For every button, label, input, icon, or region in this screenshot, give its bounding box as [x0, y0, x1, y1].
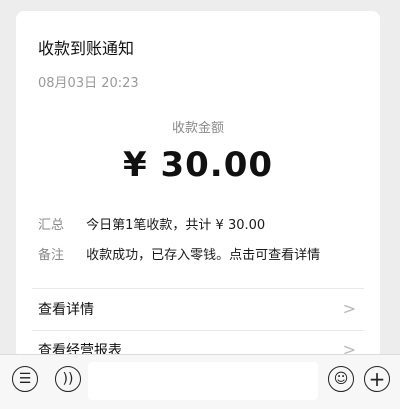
remark-row: 备注 收款成功，已存入零钱。点击可查看详情: [38, 244, 320, 263]
amount-label: 收款金额: [171, 121, 224, 136]
view-details-label: 查看详情: [38, 302, 94, 318]
view-details-link[interactable]: 查看详情 >: [38, 299, 364, 319]
divider: [32, 330, 364, 331]
chat-input-bar: ☰ )) ☺ +: [0, 354, 400, 409]
menu-icon[interactable]: ☰: [12, 366, 38, 392]
payment-notification-card[interactable]: 收款到账通知 08月03日 20:23 收款金额 ¥ 30.00 汇总 今日第1…: [16, 11, 380, 359]
divider: [32, 288, 364, 289]
summary-value: 今日第1笔收款，共计 ¥ 30.00: [86, 218, 266, 233]
timestamp: 08月03日 20:23: [38, 76, 139, 91]
card-title: 收款到账通知: [38, 39, 135, 58]
remark-value: 收款成功，已存入零钱。点击可查看详情: [86, 248, 321, 263]
voice-icon[interactable]: )): [55, 366, 81, 392]
summary-row: 汇总 今日第1笔收款，共计 ¥ 30.00: [38, 214, 265, 233]
remark-key: 备注: [38, 248, 65, 263]
emoji-icon[interactable]: ☺: [328, 366, 354, 392]
amount-value: ¥ 30.00: [122, 145, 274, 185]
summary-key: 汇总: [38, 218, 65, 233]
chevron-right-icon: >: [342, 299, 356, 318]
plus-icon[interactable]: +: [364, 366, 390, 392]
message-input[interactable]: [88, 362, 318, 400]
